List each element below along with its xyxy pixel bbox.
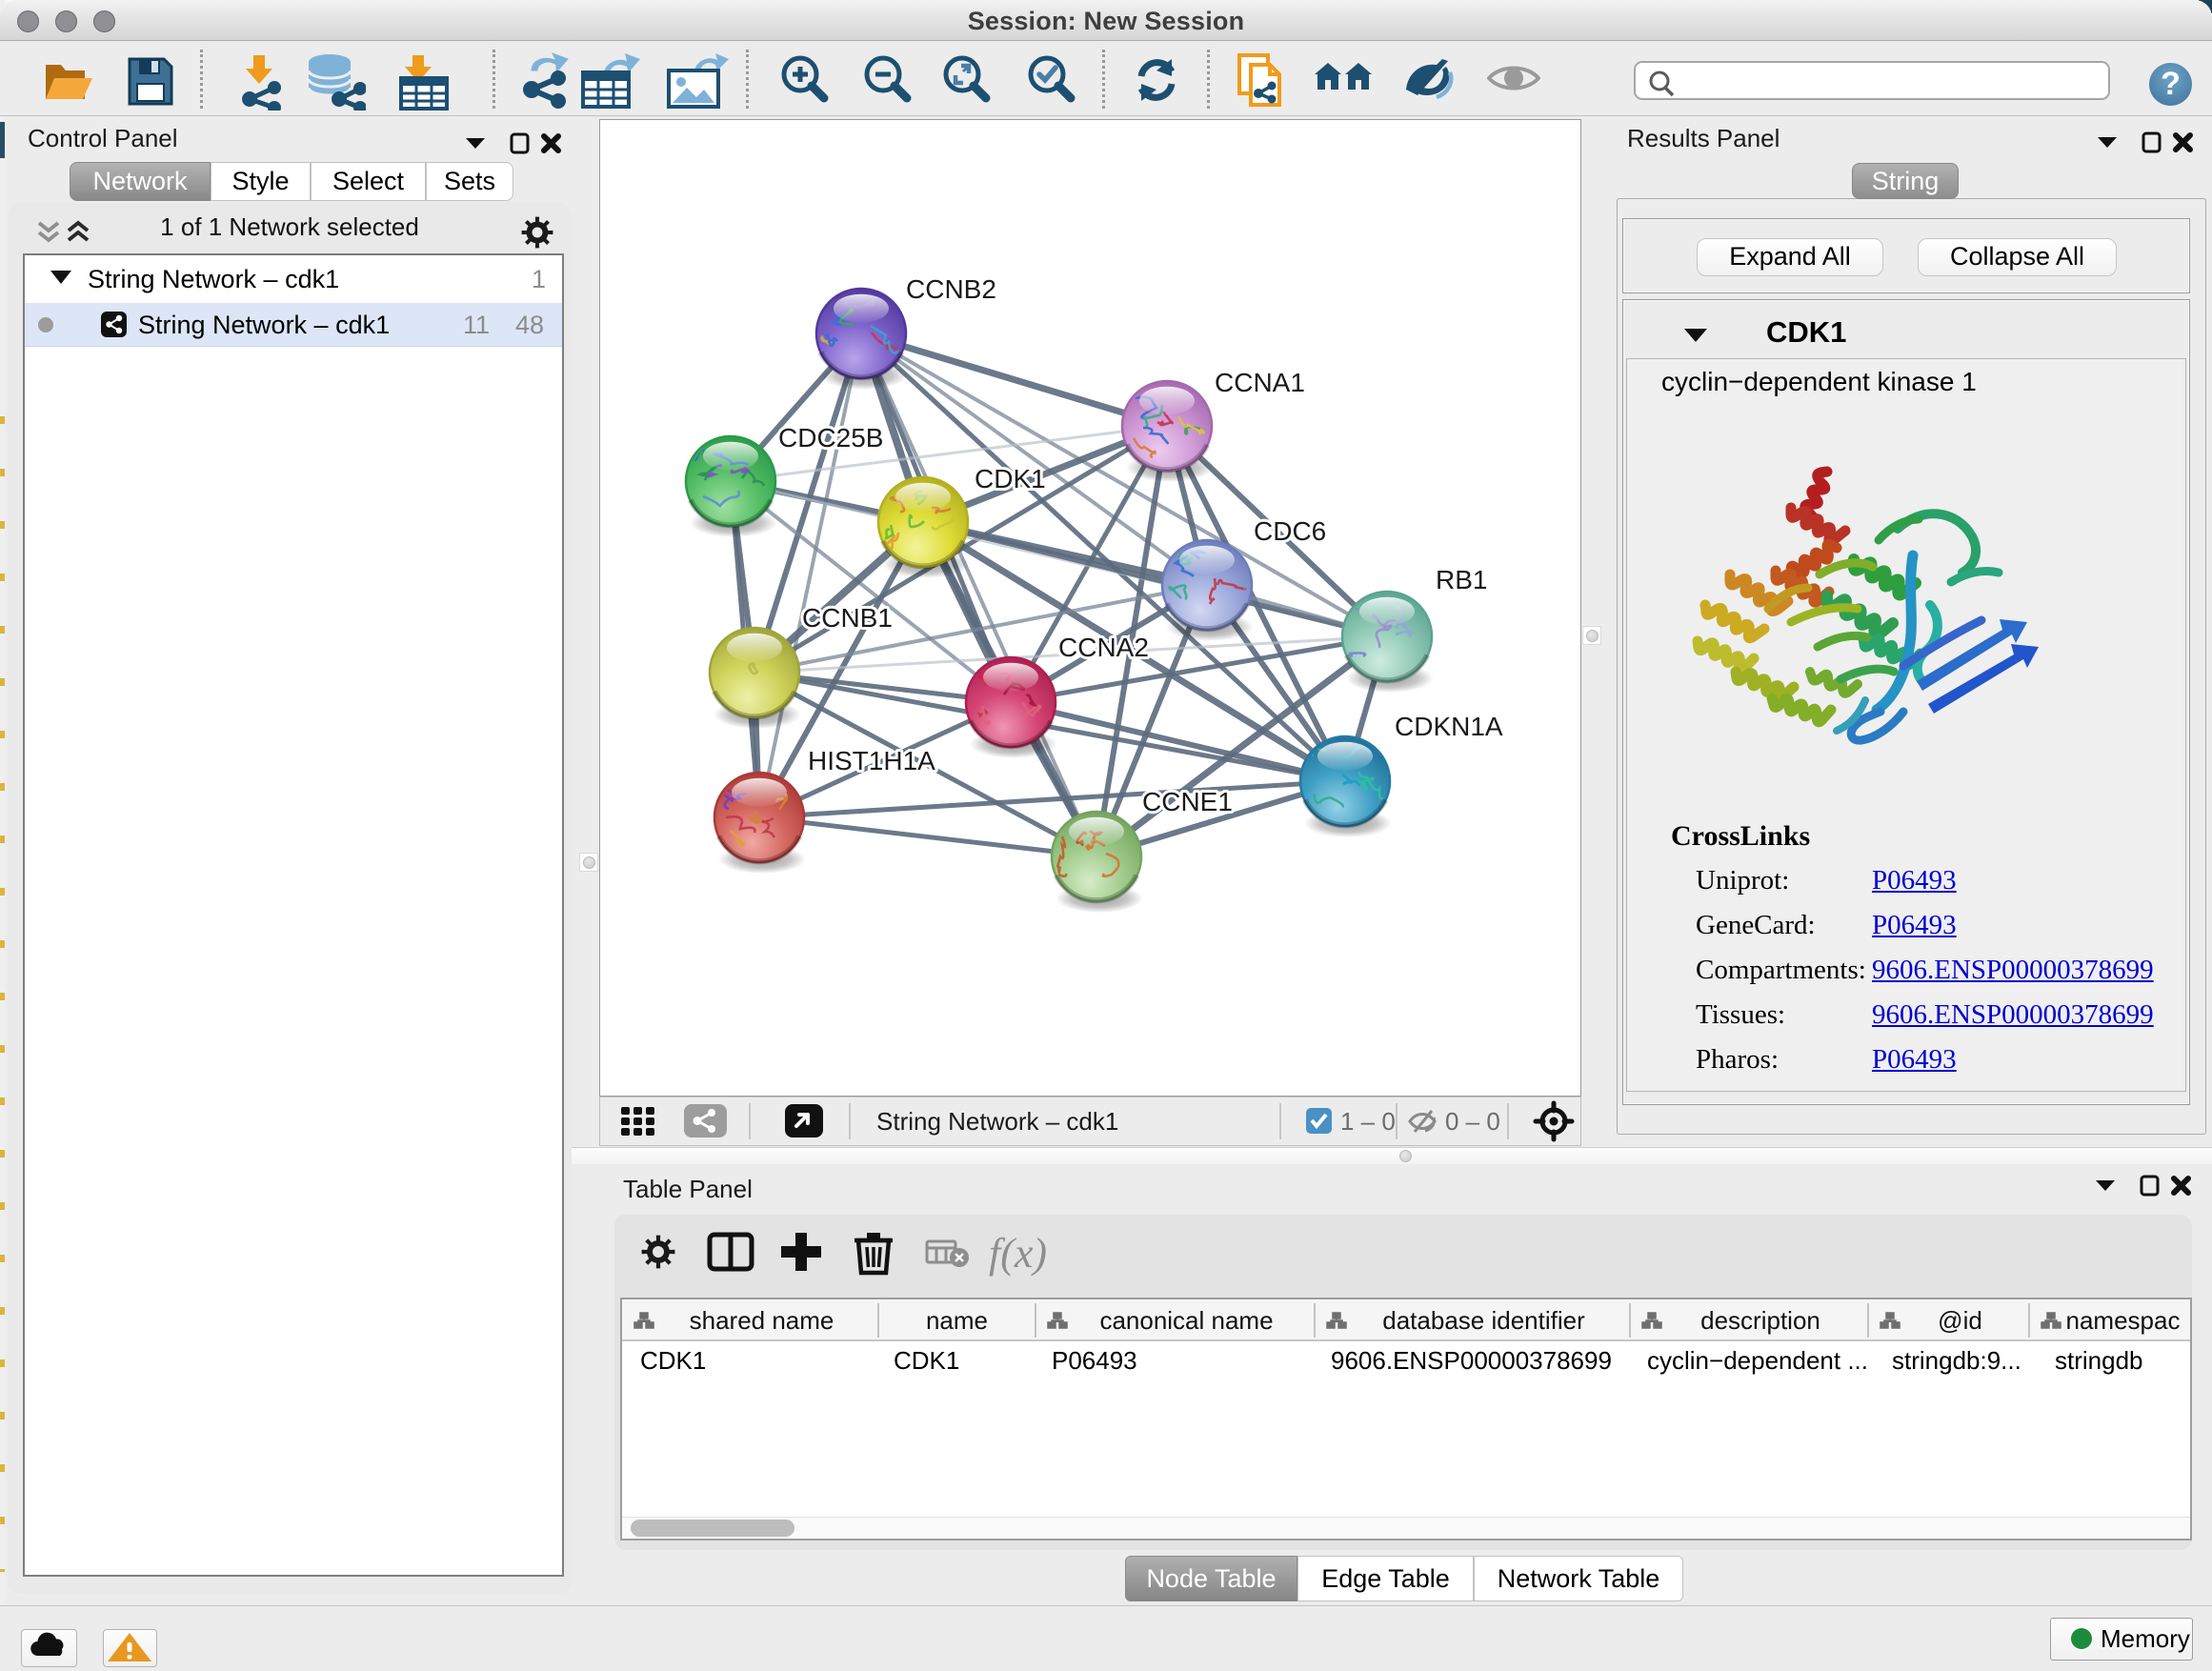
svg-text:0 – 0: 0 – 0 (1445, 1107, 1500, 1136)
svg-text:String Network – cdk1: String Network – cdk1 (88, 265, 339, 293)
svg-text:CCNE1: CCNE1 (1142, 787, 1233, 816)
svg-text:f(x): f(x) (989, 1230, 1047, 1277)
svg-text:CDKN1A: CDKN1A (1395, 712, 1503, 741)
svg-text:String Network – cdk1: String Network – cdk1 (876, 1107, 1118, 1136)
svg-text:RB1: RB1 (1436, 565, 1487, 594)
svg-text:1 – 0: 1 – 0 (1340, 1107, 1396, 1136)
svg-text:48: 48 (515, 311, 544, 339)
svg-text:namespac: namespac (2066, 1306, 2181, 1335)
svg-text:HIST1H1A: HIST1H1A (808, 746, 935, 775)
svg-text:11: 11 (463, 311, 490, 339)
svg-text:name: name (926, 1306, 988, 1335)
svg-text:database identifier: database identifier (1382, 1306, 1585, 1335)
svg-text:CCNB2: CCNB2 (906, 274, 996, 304)
svg-text:String Network – cdk1: String Network – cdk1 (138, 311, 390, 339)
svg-text:CDC25B: CDC25B (778, 423, 883, 453)
svg-text:@id: @id (1938, 1306, 1982, 1335)
svg-text:CCNA1: CCNA1 (1215, 368, 1305, 397)
svg-text:description: description (1700, 1306, 1820, 1335)
svg-text:Memory: Memory (2101, 1624, 2190, 1653)
svg-text:CDK1: CDK1 (975, 464, 1046, 493)
svg-text:1: 1 (532, 265, 546, 293)
svg-text:1 of 1 Network selected: 1 of 1 Network selected (160, 212, 419, 241)
svg-text:CCNB1: CCNB1 (802, 603, 893, 633)
svg-text:canonical name: canonical name (1099, 1306, 1273, 1335)
svg-text:CDC6: CDC6 (1254, 516, 1326, 546)
svg-text:shared name: shared name (690, 1306, 835, 1335)
svg-text:CCNA2: CCNA2 (1058, 633, 1149, 662)
